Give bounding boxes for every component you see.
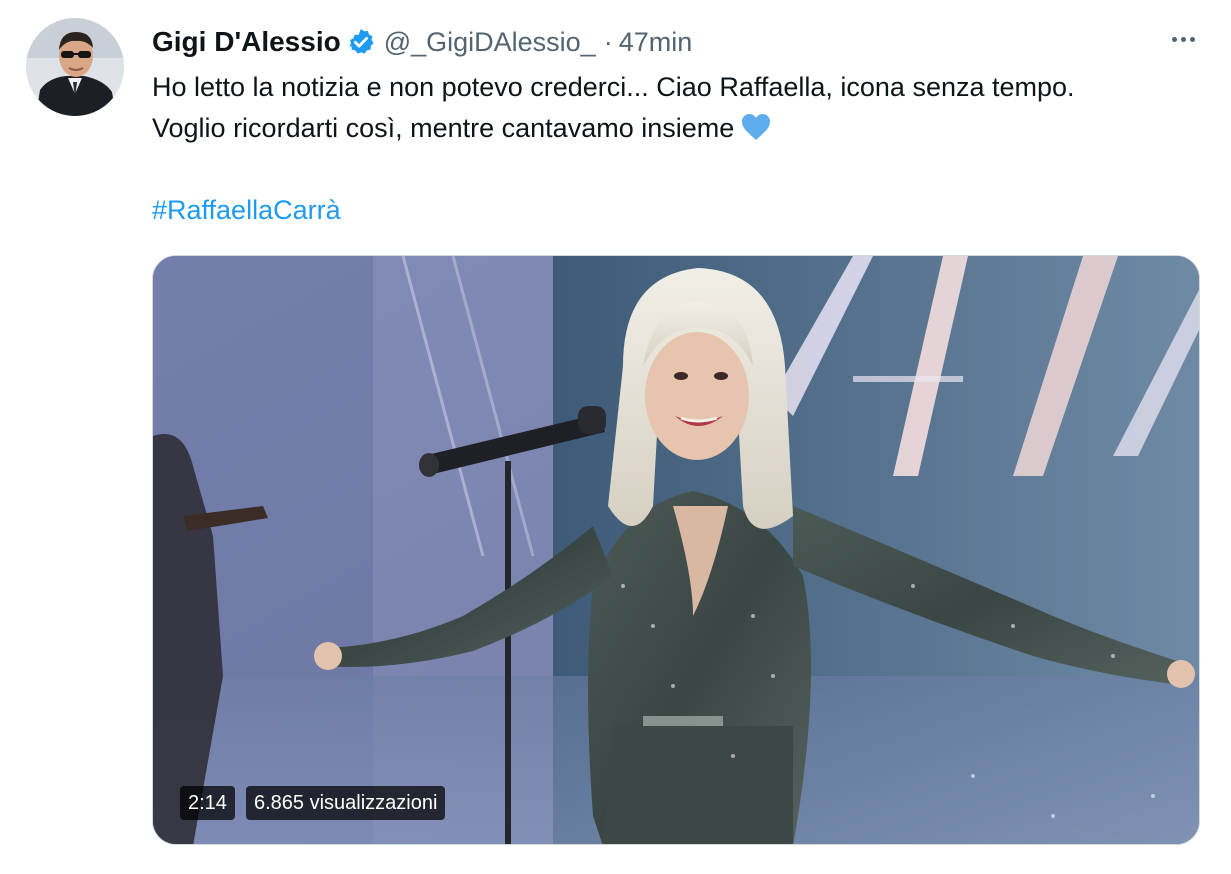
blue-heart-icon (740, 112, 772, 142)
tweet[interactable]: Gigi D'Alessio @_GigiDAlessio_ · 47min H… (0, 0, 1231, 874)
author-display-name[interactable]: Gigi D'Alessio (152, 26, 341, 58)
hashtag-link[interactable]: #RaffaellaCarrà (152, 190, 341, 230)
video-duration-badge: 2:14 (180, 786, 235, 820)
tweet-text: Ho letto la notizia e non potevo crederc… (152, 67, 1212, 149)
tweet-header: Gigi D'Alessio @_GigiDAlessio_ · 47min (152, 22, 692, 62)
tweet-text-line: Voglio ricordarti così, mentre cantavamo… (152, 108, 1212, 149)
tweet-timestamp[interactable]: 47min (619, 27, 693, 58)
video-views-badge: 6.865 visualizzazioni (246, 786, 446, 820)
video-player[interactable] (152, 255, 1200, 845)
author-handle[interactable]: @_GigiDAlessio_ (384, 27, 596, 58)
verified-badge-icon (346, 27, 376, 57)
header-separator: · (603, 26, 613, 57)
more-options-icon[interactable] (1165, 24, 1201, 54)
tweet-text-line: Ho letto la notizia e non potevo crederc… (152, 72, 1075, 102)
avatar[interactable] (26, 18, 124, 116)
tweet-text-line-content: Voglio ricordarti così, mentre cantavamo… (152, 113, 735, 143)
